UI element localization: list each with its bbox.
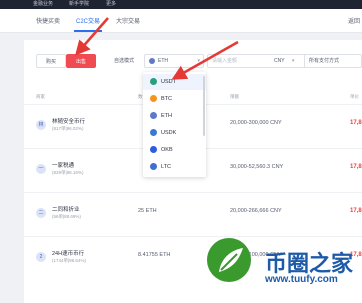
quantity: 25 ETH	[138, 208, 157, 214]
avatar: 林	[36, 120, 46, 130]
coin-select-value: ETH	[158, 58, 168, 64]
payment-select[interactable]: 所有支付方式	[304, 54, 362, 68]
nav-item-more[interactable]: 更多	[106, 0, 116, 9]
avatar: 二	[36, 208, 46, 218]
header-limit: 限额	[230, 94, 239, 99]
sell-button[interactable]: 出售	[66, 54, 96, 68]
merchant-name[interactable]: 二同和折业	[52, 205, 80, 213]
avatar: 一	[36, 164, 46, 174]
eth-coin-icon	[150, 112, 157, 120]
leaf-logo-icon	[207, 238, 251, 282]
usdk-coin-icon	[150, 129, 157, 137]
buy-button[interactable]: 购买	[36, 54, 66, 68]
tab-block-trade[interactable]: 大宗交易	[116, 16, 140, 25]
trade-tabs: 快捷买卖 C2C交易 大宗交易 返回	[0, 9, 362, 33]
nav-item-finance[interactable]: 金融业务	[33, 0, 53, 9]
limit: 30,000-52,560.3 CNY	[230, 164, 284, 170]
unit-price: 17,8	[350, 120, 362, 126]
dropdown-option-btc[interactable]: BTC	[143, 91, 206, 107]
watermark-url: www.tuufy.com	[265, 274, 338, 285]
okb-coin-icon	[150, 146, 157, 154]
ltc-coin-icon	[150, 163, 157, 171]
merchant-stats: (817单|96.02%)	[52, 126, 84, 131]
top-navigation: 金融业务 新手学院 更多	[0, 0, 362, 9]
unit-price: 17,8	[350, 208, 362, 214]
merchant-stats: (56单|88.69%)	[52, 214, 81, 219]
return-link[interactable]: 返回	[348, 16, 360, 25]
payment-select-value: 所有支付方式	[309, 58, 340, 64]
limit: 20,000-300,000 CNY	[230, 120, 282, 126]
fiat-select-value: CNY	[274, 58, 285, 64]
avatar: 2	[36, 252, 46, 262]
merchant-name[interactable]: 一家税通	[52, 161, 74, 169]
dropdown-option-usdt[interactable]: USDT	[143, 74, 206, 90]
nav-item-academy[interactable]: 新手学院	[69, 0, 89, 9]
custom-mode-button[interactable]: 自选模式	[104, 54, 144, 68]
watermark: 币圈之家 www.tuufy.com	[203, 238, 362, 303]
option-label: BTC	[161, 96, 172, 102]
tab-c2c[interactable]: C2C交易	[76, 16, 100, 25]
chevron-down-icon: ▾	[291, 58, 295, 64]
c2c-trading-page: 金融业务 新手学院 更多 快捷买卖 C2C交易 大宗交易 返回 购买 出售 自选…	[0, 0, 362, 303]
option-label: OKB	[161, 147, 173, 153]
tab-quick-trade[interactable]: 快捷买卖	[36, 16, 60, 25]
merchant-name[interactable]: 林随安全币行	[52, 117, 85, 125]
table-row[interactable]: 二 二同和折业 (56单|88.69%) 25 ETH 20,000-266,6…	[24, 192, 362, 236]
limit: 20,000-266,666 CNY	[230, 208, 282, 214]
option-label: USDT	[161, 79, 176, 85]
dropdown-option-ltc[interactable]: LTC	[143, 159, 206, 175]
dropdown-option-usdk[interactable]: USDK	[143, 125, 206, 141]
header-price: 单价	[350, 94, 359, 99]
header-merchant: 商家	[36, 94, 45, 99]
dropdown-scrollbar[interactable]	[203, 76, 205, 136]
amount-placeholder: 请输入金额	[212, 58, 238, 64]
unit-price: 17,8	[350, 164, 362, 170]
option-label: USDK	[161, 130, 177, 136]
option-label: LTC	[161, 164, 171, 170]
active-tab-indicator	[74, 30, 102, 32]
coin-select[interactable]: ETH ▾	[144, 54, 204, 68]
merchant-name[interactable]: 24H速币币行	[52, 249, 84, 257]
merchant-stats: (829单|98.16%)	[52, 170, 84, 175]
dropdown-option-okb[interactable]: OKB	[143, 142, 206, 158]
usdt-coin-icon	[150, 78, 157, 86]
btc-coin-icon	[150, 95, 157, 103]
merchant-stats: (1744单|98.64%)	[52, 258, 86, 263]
coin-dropdown-menu: USDT BTC ETH USDK OKB LTC	[143, 72, 206, 177]
dropdown-option-eth[interactable]: ETH	[143, 108, 206, 124]
chevron-down-icon: ▾	[197, 58, 200, 64]
option-label: ETH	[161, 113, 172, 119]
eth-coin-icon	[149, 57, 155, 64]
quantity: 8.41755 ETH	[138, 252, 171, 258]
